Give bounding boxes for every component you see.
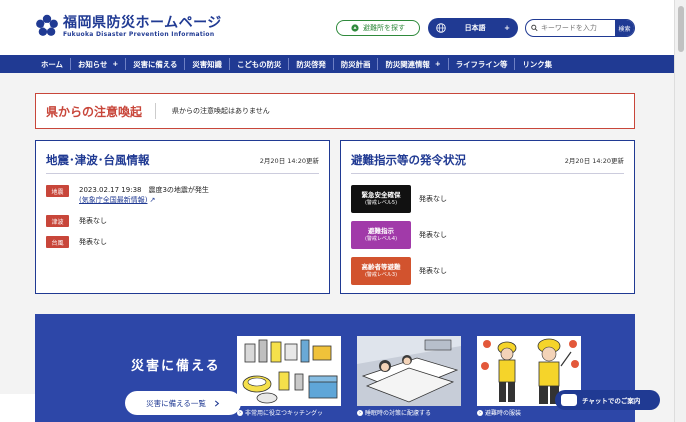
prepare-card-caption: 睡眠時の対策に配慮する xyxy=(365,410,432,417)
chevron-right-icon: › xyxy=(237,409,243,416)
divider xyxy=(46,173,319,174)
prepare-card-sleep[interactable]: › 睡眠時の対策に配慮する xyxy=(357,336,461,422)
page-background xyxy=(0,394,35,422)
prepare-list-button[interactable]: 災害に備える一覧 xyxy=(125,391,241,415)
nav-item-awareness[interactable]: 防災啓発 xyxy=(288,58,333,70)
chevron-right-icon: › xyxy=(357,409,363,416)
evacuation-panel-title: 避難指示等の発令状況 xyxy=(351,153,466,167)
find-shelter-button[interactable]: 避難所を探す xyxy=(336,20,420,36)
quake-row-typhoon: 台風 発表なし xyxy=(46,236,107,248)
find-shelter-label: 避難所を探す xyxy=(363,24,405,32)
nav-item-plan[interactable]: 防災計画 xyxy=(332,58,378,70)
quake-row-earthquake: 地震 2023.02.17 19:38 震度3の地震が発生 (気象庁全国最新情報… xyxy=(46,185,209,205)
caution-box: 県からの注意喚起 県からの注意喚起はありません xyxy=(35,93,635,129)
plus-icon: + xyxy=(112,60,119,68)
chat-guide-button[interactable]: チャットでのご案内 xyxy=(555,390,660,410)
nav-item-kids[interactable]: こどもの防災 xyxy=(228,58,288,70)
chevron-right-icon: › xyxy=(477,409,483,416)
search-icon xyxy=(531,24,538,32)
site-header: 福岡県防災ホームページ Fukuoka Disaster Prevention … xyxy=(0,0,674,55)
quake-panel: 地震･津波･台風情報 2月20日 14:20更新 地震 2023.02.17 1… xyxy=(35,140,330,294)
typhoon-badge: 台風 xyxy=(46,236,69,248)
language-plus-icon: + xyxy=(504,24,510,32)
level3-status: 発表なし xyxy=(419,267,447,275)
quake-panel-time: 2月20日 14:20更新 xyxy=(259,157,319,165)
nav-item-related[interactable]: 防災関連情報 + xyxy=(377,58,447,70)
nav-item-knowledge[interactable]: 災害知識 xyxy=(184,58,229,70)
external-link-icon: ↗ xyxy=(149,196,156,204)
earthquake-badge: 地震 xyxy=(46,185,69,197)
evacuation-panel: 避難指示等の発令状況 2月20日 14:20更新 緊急安全確保 (警戒レベル5)… xyxy=(340,140,635,294)
caution-message: 県からの注意喚起はありません xyxy=(172,107,270,115)
caution-title: 県からの注意喚起 xyxy=(36,103,157,119)
prefecture-emblem-icon xyxy=(36,14,58,36)
shelter-icon xyxy=(351,24,359,32)
level5-badge: 緊急安全確保 (警戒レベル5) xyxy=(351,185,411,213)
prepare-section: 災害に備える 災害に備える一覧 › 非常用に役立つキッチングッ › 睡眠時の対策… xyxy=(35,314,635,422)
evac-row-level4: 避難指示 (警戒レベル4) 発表なし xyxy=(351,221,447,249)
sleeping-illustration xyxy=(357,336,461,406)
chat-label: チャットでのご案内 xyxy=(582,397,641,405)
divider xyxy=(351,173,624,174)
chevron-right-icon xyxy=(214,399,220,407)
nav-item-links[interactable]: リンク集 xyxy=(514,58,559,70)
evacuation-panel-time: 2月20日 14:20更新 xyxy=(564,157,624,165)
tsunami-status: 発表なし xyxy=(79,217,107,225)
nav-item-home[interactable]: ホーム xyxy=(34,58,70,70)
earthquake-info: 2023.02.17 19:38 震度3の地震が発生 xyxy=(79,186,209,194)
tsunami-badge: 津波 xyxy=(46,215,69,227)
nav-item-prepare[interactable]: 災害に備える xyxy=(125,58,184,70)
prepare-title: 災害に備える xyxy=(131,359,221,374)
prepare-card-caption: 避難時の服装 xyxy=(485,410,522,417)
language-selector[interactable]: 日本語 + xyxy=(428,18,518,38)
search-input[interactable] xyxy=(540,24,615,32)
nav-item-lifeline[interactable]: ライフライン等 xyxy=(447,58,515,70)
language-label: 日本語 xyxy=(464,24,486,32)
scrollbar-thumb[interactable] xyxy=(678,6,684,52)
quake-row-tsunami: 津波 発表なし xyxy=(46,215,107,227)
jma-latest-link[interactable]: (気象庁全国最新情報) xyxy=(79,196,147,204)
level3-badge: 高齢者等避難 (警戒レベル3) xyxy=(351,257,411,285)
kitchen-goods-illustration xyxy=(237,336,341,406)
logo-subtitle: Fukuoka Disaster Prevention Information xyxy=(63,30,215,38)
prepare-card-caption: 非常用に役立つキッチングッ xyxy=(245,410,324,417)
level5-status: 発表なし xyxy=(419,195,447,203)
logo-title: 福岡県防災ホームページ xyxy=(63,14,222,31)
globe-icon xyxy=(436,23,446,33)
level4-status: 発表なし xyxy=(419,231,447,239)
plus-icon: + xyxy=(434,60,441,68)
nav-item-news[interactable]: お知らせ + xyxy=(69,58,125,70)
scrollbar[interactable] xyxy=(674,0,686,422)
quake-panel-title: 地震･津波･台風情報 xyxy=(46,153,150,167)
search-button[interactable]: 検索 xyxy=(614,20,634,36)
level4-badge: 避難指示 (警戒レベル4) xyxy=(351,221,411,249)
evac-row-level5: 緊急安全確保 (警戒レベル5) 発表なし xyxy=(351,185,447,213)
chat-icon xyxy=(561,394,577,406)
typhoon-status: 発表なし xyxy=(79,238,107,246)
search-box: 検索 xyxy=(525,19,635,37)
prepare-card-kitchen[interactable]: › 非常用に役立つキッチングッ xyxy=(237,336,341,422)
global-nav: ホーム お知らせ + 災害に備える 災害知識 こどもの防災 防災啓発 防災計画 防… xyxy=(0,55,674,73)
evac-row-level3: 高齢者等避難 (警戒レベル3) 発表なし xyxy=(351,257,447,285)
site-logo[interactable]: 福岡県防災ホームページ Fukuoka Disaster Prevention … xyxy=(35,14,222,38)
